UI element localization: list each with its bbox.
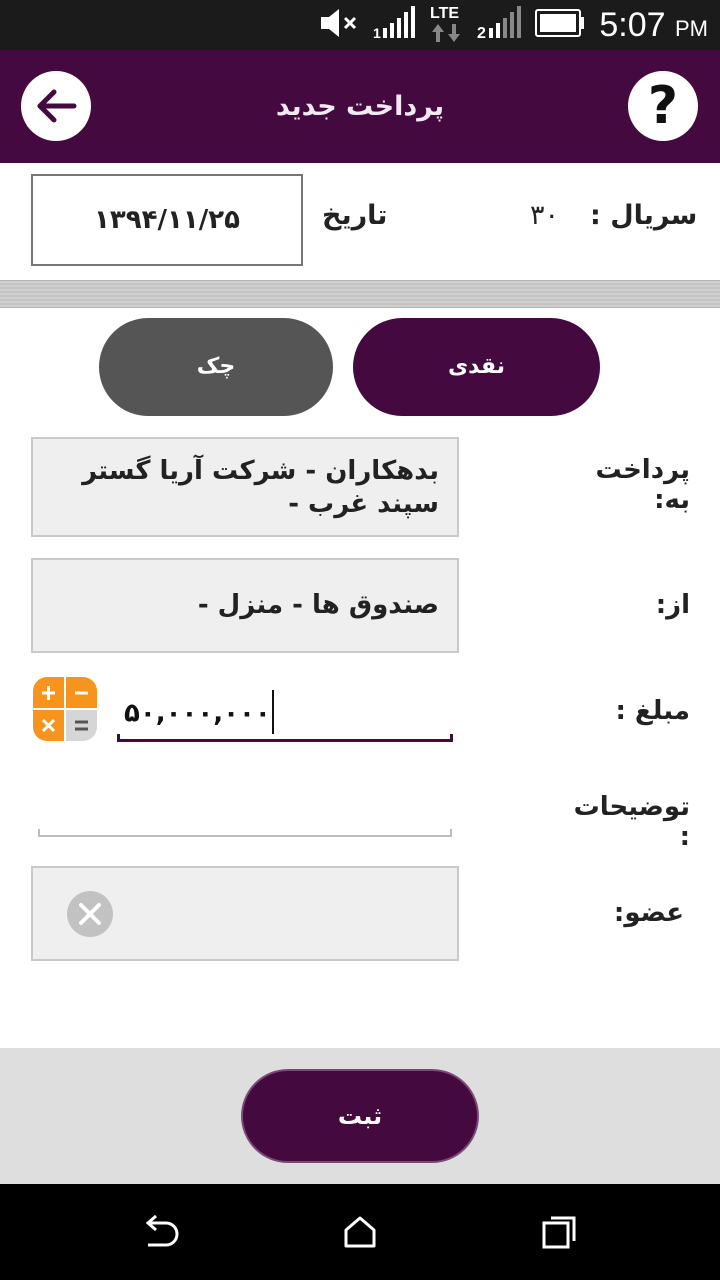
amount-input[interactable]: ۵۰,۰۰۰,۰۰۰	[124, 690, 274, 736]
arrow-left-icon	[37, 89, 77, 123]
cash-button[interactable]: نقدی	[353, 318, 600, 416]
serial-value: ۳۰	[530, 200, 560, 231]
serial-label: سریال :	[590, 200, 698, 231]
pay-to-label: پرداخت به:	[595, 455, 690, 515]
amount-value: ۵۰,۰۰۰,۰۰۰	[124, 698, 271, 729]
calculator-icon	[33, 677, 97, 741]
status-bar: 1 LTE 2 5:07 PM	[0, 0, 720, 50]
pay-to-field[interactable]: بدهکاران - شرکت آریا گستر سپند غرب -	[31, 437, 459, 537]
mute-icon	[319, 6, 359, 44]
help-icon: ?	[647, 76, 679, 136]
from-label: از:	[655, 590, 690, 620]
description-underline	[38, 829, 452, 837]
close-icon	[79, 903, 101, 925]
amount-underline	[117, 734, 453, 742]
status-time: 5:07 PM	[599, 6, 708, 45]
system-nav-bar	[0, 1184, 720, 1280]
signal-2-icon: 2	[477, 6, 522, 44]
member-label: عضو:	[613, 898, 684, 928]
back-button[interactable]	[21, 71, 91, 141]
submit-button[interactable]: ثبت	[241, 1069, 479, 1163]
description-input[interactable]	[38, 780, 452, 830]
recent-apps-icon	[542, 1216, 576, 1249]
date-label: تاریخ	[322, 200, 388, 231]
help-button[interactable]: ?	[628, 71, 698, 141]
calculator-button[interactable]	[33, 677, 97, 741]
page-title: پرداخت جدید	[275, 91, 445, 122]
status-time-value: 5:07	[599, 5, 666, 44]
undo-back-icon	[145, 1215, 179, 1247]
cheque-button[interactable]: چک	[99, 318, 333, 416]
status-icons: 1 LTE 2 5:07 PM	[319, 0, 708, 50]
from-field[interactable]: صندوق ها - منزل -	[31, 558, 459, 653]
svg-text:1: 1	[373, 25, 381, 40]
lte-data-icon: LTE	[429, 2, 463, 48]
nav-recents-button[interactable]	[512, 1184, 608, 1280]
nav-back-button[interactable]	[112, 1184, 208, 1280]
clear-member-button[interactable]	[67, 891, 113, 937]
status-ampm: PM	[675, 15, 708, 41]
svg-text:2: 2	[477, 25, 486, 40]
date-field[interactable]: ۱۳۹۴/۱۱/۲۵	[31, 174, 303, 266]
section-divider	[0, 280, 720, 308]
battery-icon	[535, 9, 585, 41]
signal-1-icon: 1	[373, 6, 416, 44]
amount-label: مبلغ :	[615, 696, 690, 726]
app-bar: پرداخت جدید ?	[0, 50, 720, 163]
nav-home-button[interactable]	[312, 1184, 408, 1280]
lte-label: LTE	[430, 5, 459, 22]
text-caret	[271, 690, 274, 734]
home-icon	[344, 1216, 376, 1248]
description-label: توضیحات :	[573, 792, 690, 852]
